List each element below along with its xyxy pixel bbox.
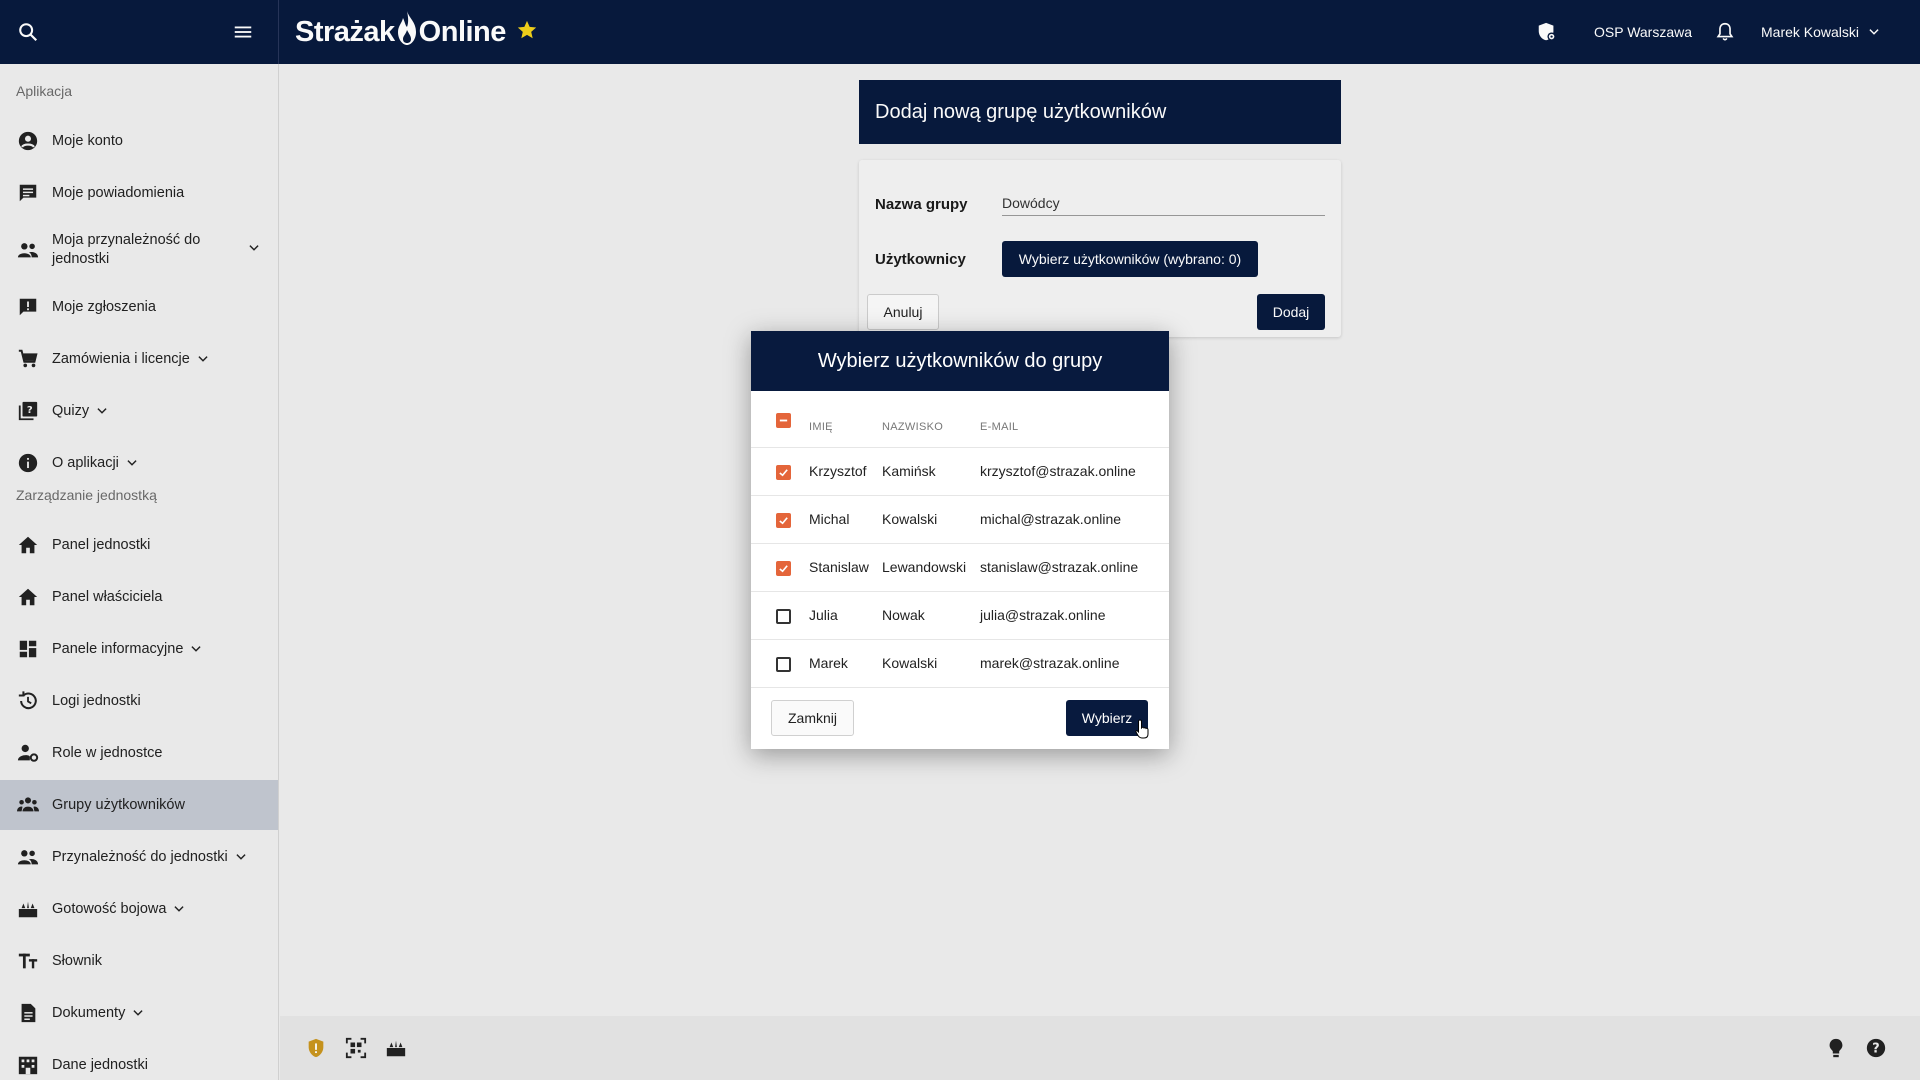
row-checkbox[interactable] <box>776 465 791 480</box>
column-header-first-name[interactable]: IMIĘ <box>809 421 833 433</box>
dialog-title: Wybierz użytkowników do grupy <box>751 331 1169 391</box>
column-header-last-name[interactable]: NAZWISKO <box>882 421 943 433</box>
table-row[interactable]: Michal Kowalski michal@strazak.online <box>751 495 1169 543</box>
column-header-email[interactable]: E-MAIL <box>980 421 1018 433</box>
row-checkbox[interactable] <box>776 657 791 672</box>
hand-cursor-icon <box>1135 719 1151 739</box>
select-all-checkbox[interactable] <box>776 413 791 428</box>
cell-last-name: Kowalski <box>882 655 938 671</box>
row-checkbox[interactable] <box>776 513 791 528</box>
cell-first-name: Michal <box>809 511 850 527</box>
cell-email: michal@strazak.online <box>980 511 1122 527</box>
cell-last-name: Kowalski <box>882 511 938 527</box>
cell-first-name: Stanislaw <box>809 559 869 575</box>
cell-email: stanislaw@strazak.online <box>980 559 1139 575</box>
cell-first-name: Krzysztof <box>809 463 867 479</box>
cell-email: marek@strazak.online <box>980 655 1120 671</box>
cell-email: julia@strazak.online <box>980 607 1106 623</box>
select-users-dialog: Wybierz użytkowników do grupy IMIĘ NAZWI… <box>751 331 1169 749</box>
cell-email: krzysztof@strazak.online <box>980 463 1136 479</box>
table-row[interactable]: Krzysztof Kamińsk krzysztof@strazak.onli… <box>751 447 1169 495</box>
table-row[interactable]: Julia Nowak julia@strazak.online <box>751 591 1169 639</box>
row-checkbox[interactable] <box>776 561 791 576</box>
table-row[interactable]: Marek Kowalski marek@strazak.online <box>751 639 1169 687</box>
table-row[interactable]: Stanislaw Lewandowski stanislaw@strazak.… <box>751 543 1169 591</box>
cell-last-name: Kamińsk <box>882 463 936 479</box>
dialog-footer: Zamknij Wybierz <box>751 687 1169 749</box>
cell-last-name: Lewandowski <box>882 559 967 575</box>
cell-last-name: Nowak <box>882 607 925 623</box>
cell-first-name: Marek <box>809 655 848 671</box>
row-checkbox[interactable] <box>776 609 791 624</box>
cell-first-name: Julia <box>809 607 838 623</box>
close-button[interactable]: Zamknij <box>771 700 854 736</box>
